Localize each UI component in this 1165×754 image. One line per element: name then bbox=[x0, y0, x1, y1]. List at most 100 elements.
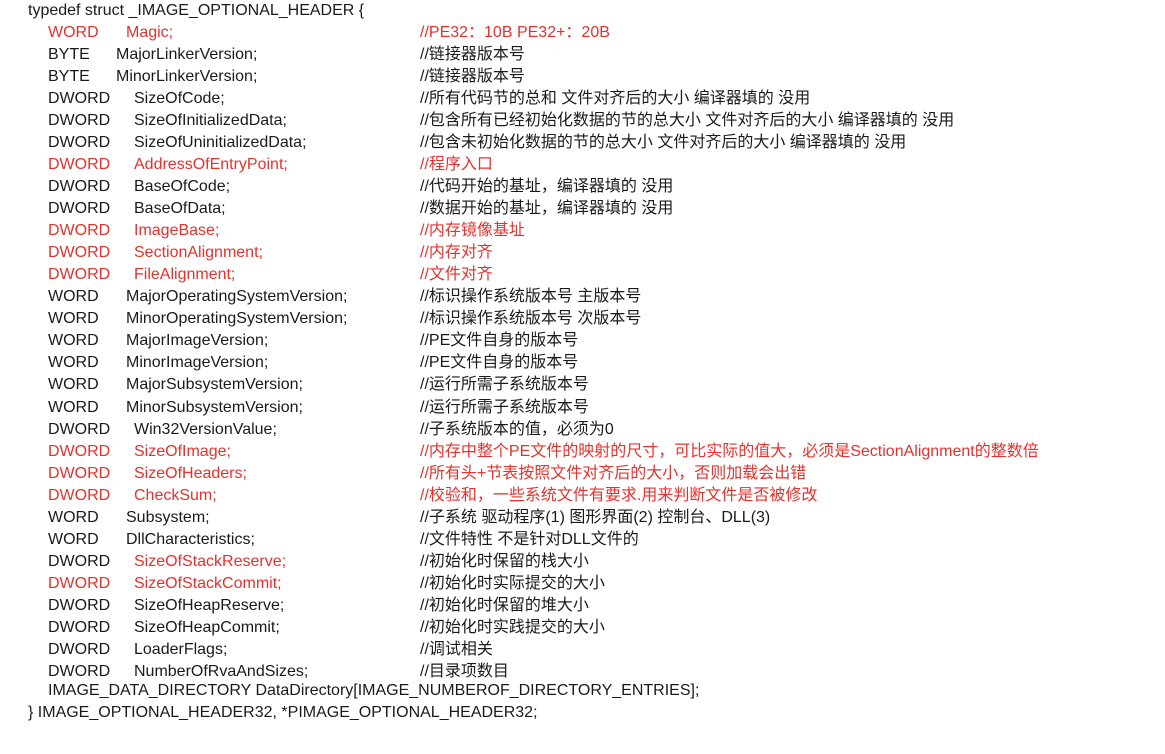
field-comment: //包含所有已经初始化数据的节的总大小 文件对齐后的大小 编译器填的 没用 bbox=[420, 112, 955, 130]
field-row: BYTE MajorLinkerVersion; //链接器版本号 bbox=[0, 44, 1165, 66]
field-comment: //链接器版本号 bbox=[420, 46, 525, 64]
field-type: DWORD bbox=[48, 574, 111, 592]
struct-closer-line: } IMAGE_OPTIONAL_HEADER32, *PIMAGE_OPTIO… bbox=[0, 702, 1165, 724]
field-comment: //PE32：10B PE32+：20B bbox=[420, 24, 610, 41]
field-name: SizeOfStackReserve; bbox=[134, 552, 287, 570]
field-type: DWORD bbox=[48, 596, 111, 614]
field-comment: //运行所需子系统版本号 bbox=[420, 398, 589, 416]
field-type: DWORD bbox=[48, 640, 111, 658]
field-type: DWORD bbox=[48, 464, 111, 482]
field-row: WORD MajorImageVersion; //PE文件自身的版本号 bbox=[0, 330, 1165, 352]
field-row: DWORD SizeOfImage; //内存中整个PE文件的映射的尺寸，可比实际的… bbox=[0, 441, 1165, 463]
field-type: DWORD bbox=[48, 90, 111, 108]
field-name: SizeOfInitializedData; bbox=[134, 112, 287, 130]
field-type: WORD bbox=[48, 354, 99, 372]
field-row: DWORD LoaderFlags; //调试相关 bbox=[0, 639, 1165, 661]
field-row: DWORD SectionAlignment; //内存对齐 bbox=[0, 242, 1165, 264]
field-type: DWORD bbox=[48, 486, 111, 504]
field-type: DWORD bbox=[48, 552, 111, 570]
field-type: WORD bbox=[48, 332, 99, 350]
field-row: DWORD SizeOfInitializedData; //包含所有已经初始化数据… bbox=[0, 110, 1165, 132]
struct-header: typedef struct _IMAGE_OPTIONAL_HEADER { bbox=[28, 2, 365, 19]
field-type: DWORD bbox=[48, 178, 111, 196]
field-row: WORD Magic; //PE32：10B PE32+：20B bbox=[0, 22, 1165, 44]
array-line: IMAGE_DATA_DIRECTORY DataDirectory[IMAGE… bbox=[0, 680, 1165, 702]
field-comment: //初始化时实践提交的大小 bbox=[420, 618, 605, 636]
field-name: Magic; bbox=[126, 24, 174, 41]
field-row: WORD MajorSubsystemVersion; //运行所需子系统版本号 bbox=[0, 374, 1165, 396]
field-comment: //程序入口 bbox=[420, 156, 493, 174]
field-type: WORD bbox=[48, 530, 99, 548]
field-type: WORD bbox=[48, 398, 99, 416]
field-name: MinorLinkerVersion; bbox=[116, 68, 258, 86]
field-type: WORD bbox=[48, 288, 99, 306]
field-row: BYTE MinorLinkerVersion; //链接器版本号 bbox=[0, 66, 1165, 88]
field-name: DllCharacteristics; bbox=[126, 530, 255, 548]
field-row: DWORD SizeOfUninitializedData; //包含未初始化数据的… bbox=[0, 132, 1165, 154]
field-name: LoaderFlags; bbox=[134, 640, 228, 658]
field-row: DWORD AddressOfEntryPoint; //程序入口 bbox=[0, 154, 1165, 176]
data-directory-declaration: IMAGE_DATA_DIRECTORY DataDirectory[IMAGE… bbox=[48, 682, 700, 699]
field-name: CheckSum; bbox=[134, 486, 217, 504]
field-name: SizeOfStackCommit; bbox=[134, 574, 282, 592]
field-name: MajorLinkerVersion; bbox=[116, 46, 258, 64]
struct-closer: } IMAGE_OPTIONAL_HEADER32, *PIMAGE_OPTIO… bbox=[28, 704, 538, 721]
field-name: MajorSubsystemVersion; bbox=[126, 376, 303, 394]
field-type: DWORD bbox=[48, 244, 111, 262]
field-type: WORD bbox=[48, 376, 99, 394]
field-comment: //初始化时保留的栈大小 bbox=[420, 552, 589, 570]
field-row: DWORD BaseOfData; //数据开始的基址，编译器填的 没用 bbox=[0, 198, 1165, 220]
field-name: MinorSubsystemVersion; bbox=[126, 398, 303, 416]
field-type: WORD bbox=[48, 24, 99, 41]
field-row: DWORD CheckSum; //校验和，一些系统文件有要求.用来判断文件是否被修… bbox=[0, 485, 1165, 507]
field-row: WORD MinorSubsystemVersion; //运行所需子系统版本号 bbox=[0, 397, 1165, 419]
field-comment: //子系统版本的值，必须为0 bbox=[420, 420, 614, 438]
field-name: SectionAlignment; bbox=[134, 244, 263, 262]
struct-document: typedef struct _IMAGE_OPTIONAL_HEADER { … bbox=[0, 0, 1165, 754]
field-comment: //校验和，一些系统文件有要求.用来判断文件是否被修改 bbox=[420, 486, 818, 504]
field-type: WORD bbox=[48, 310, 99, 328]
field-row: DWORD SizeOfHeapCommit; //初始化时实践提交的大小 bbox=[0, 617, 1165, 639]
field-name: MajorImageVersion; bbox=[126, 332, 269, 350]
field-name: FileAlignment; bbox=[134, 266, 236, 284]
field-row: DWORD SizeOfHeaders; //所有头+节表按照文件对齐后的大小，否则… bbox=[0, 463, 1165, 485]
field-row: DWORD ImageBase; //内存镜像基址 bbox=[0, 220, 1165, 242]
field-type: DWORD bbox=[48, 112, 111, 130]
field-comment: //调试相关 bbox=[420, 640, 493, 658]
field-comment: //代码开始的基址，编译器填的 没用 bbox=[420, 178, 674, 196]
field-type: BYTE bbox=[48, 68, 90, 86]
field-comment: //链接器版本号 bbox=[420, 68, 525, 86]
field-row: DWORD Win32VersionValue; //子系统版本的值，必须为0 bbox=[0, 419, 1165, 441]
field-name: SizeOfHeapReserve; bbox=[134, 596, 285, 614]
field-row: DWORD SizeOfStackReserve; //初始化时保留的栈大小 bbox=[0, 551, 1165, 573]
field-comment: //所有代码节的总和 文件对齐后的大小 编译器填的 没用 bbox=[420, 90, 811, 108]
field-name: SizeOfCode; bbox=[134, 90, 225, 108]
field-comment: //标识操作系统版本号 主版本号 bbox=[420, 288, 642, 306]
field-type: DWORD bbox=[48, 618, 111, 636]
field-comment: //PE文件自身的版本号 bbox=[420, 354, 579, 372]
field-comment: //初始化时保留的堆大小 bbox=[420, 596, 589, 614]
field-row: DWORD FileAlignment; //文件对齐 bbox=[0, 264, 1165, 286]
field-row: WORD MajorOperatingSystemVersion; //标识操作系统… bbox=[0, 286, 1165, 308]
field-name: Win32VersionValue; bbox=[134, 420, 277, 438]
field-comment: //文件对齐 bbox=[420, 266, 493, 284]
field-comment: //内存对齐 bbox=[420, 244, 493, 262]
field-row: WORD DllCharacteristics; //文件特性 不是针对DLL文件的 bbox=[0, 529, 1165, 551]
field-name: SizeOfHeapCommit; bbox=[134, 618, 280, 636]
field-type: DWORD bbox=[48, 420, 111, 438]
field-name: ImageBase; bbox=[134, 222, 220, 240]
field-name: SizeOfUninitializedData; bbox=[134, 134, 307, 152]
field-type: DWORD bbox=[48, 222, 111, 240]
field-name: SizeOfImage; bbox=[134, 442, 231, 460]
field-type: DWORD bbox=[48, 442, 111, 460]
field-row: WORD MinorOperatingSystemVersion; //标识操作系统… bbox=[0, 308, 1165, 330]
field-comment: //内存中整个PE文件的映射的尺寸，可比实际的值大，必须是SectionAlig… bbox=[420, 442, 1039, 460]
field-name: BaseOfCode; bbox=[134, 178, 231, 196]
field-comment: //运行所需子系统版本号 bbox=[420, 376, 589, 394]
field-comment: //标识操作系统版本号 次版本号 bbox=[420, 310, 642, 328]
field-row: WORD MinorImageVersion; //PE文件自身的版本号 bbox=[0, 352, 1165, 374]
field-name: SizeOfHeaders; bbox=[134, 464, 247, 482]
field-type: DWORD bbox=[48, 200, 111, 218]
field-type: DWORD bbox=[48, 266, 111, 284]
field-row: DWORD SizeOfHeapReserve; //初始化时保留的堆大小 bbox=[0, 595, 1165, 617]
